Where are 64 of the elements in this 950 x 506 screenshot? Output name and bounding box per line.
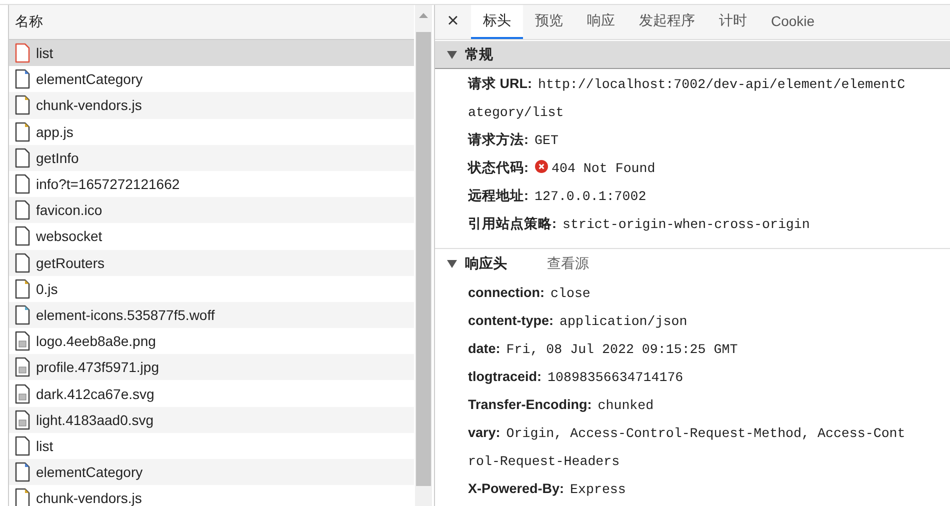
request-row[interactable]: dark.412ca67e.svg	[9, 380, 414, 407]
request-name: profile.473f5971.jpg	[36, 359, 159, 376]
request-name: getRouters	[36, 254, 104, 271]
tab[interactable]: 发起程序	[627, 5, 707, 39]
scroll-up-icon[interactable]	[419, 13, 428, 18]
request-name: getInfo	[36, 150, 79, 166]
request-row[interactable]: element-icons.535877f5.woff	[9, 302, 414, 328]
header-entry: Transfer-Encoding: chunked	[467, 396, 655, 416]
header-entry: tlogtraceid: 10898356634714176	[467, 368, 684, 388]
request-name: element-icons.535877f5.woff	[36, 306, 215, 323]
request-row[interactable]: elementCategory	[9, 459, 414, 486]
request-row[interactable]: list	[9, 40, 414, 66]
request-row[interactable]: 0.js	[9, 276, 414, 302]
section-header[interactable]: 响应头 查看源	[435, 248, 950, 278]
header-entry: 远程地址: 127.0.0.1:7002	[467, 187, 648, 206]
header-entry: 请求方法: GET	[466, 131, 560, 150]
request-row[interactable]: favicon.ico	[9, 197, 414, 224]
request-row[interactable]: info?t=1657272121662	[9, 170, 414, 198]
request-row[interactable]: logo.4eeb8a8e.png	[9, 328, 414, 354]
header-entry: content-type: application/json	[467, 312, 688, 332]
request-name: list	[36, 438, 54, 454]
request-row[interactable]: list	[9, 432, 414, 459]
tab[interactable]: 计时	[707, 5, 759, 39]
close-button[interactable]: ×	[435, 5, 471, 39]
header-entry: 引用站点策略: strict-origin-when-cross-origin	[467, 215, 811, 234]
request-name: logo.4eeb8a8e.png	[36, 333, 156, 350]
tab[interactable]: 标头	[471, 5, 523, 39]
request-name: websocket	[36, 228, 102, 244]
request-row[interactable]: chunk-vendors.js	[9, 92, 414, 119]
request-row[interactable]: getInfo	[9, 144, 414, 171]
view-source-link[interactable]: 查看源	[547, 254, 589, 273]
request-name: list	[36, 45, 54, 62]
tab[interactable]: 预览	[523, 5, 575, 39]
header-entry: 请求 URL: http://localhost:7002/dev-api/element/elementCategory/list	[466, 75, 906, 122]
tab[interactable]: 响应	[575, 5, 627, 39]
request-row[interactable]: elementCategory	[9, 66, 414, 92]
header-value: 404 Not Found	[552, 161, 656, 176]
request-name: chunk-vendors.js	[36, 97, 142, 114]
header-entry: X-Powered-By: Express	[467, 480, 627, 500]
request-name: dark.412ca67e.svg	[36, 386, 154, 402]
request-name: light.4183aad0.svg	[36, 412, 154, 428]
request-row[interactable]: light.4183aad0.svg	[9, 406, 414, 433]
header-entry: vary: Origin, Access-Control-Request-Method, Access-Control-Request-Headers	[467, 424, 906, 472]
request-name: elementCategory	[36, 71, 143, 88]
section-title: 常规	[465, 46, 493, 64]
section-header[interactable]: 常规	[435, 40, 950, 70]
header-name: 状态代码:	[468, 160, 528, 176]
column-header[interactable]: 名称	[15, 13, 43, 31]
header-entry: date: Fri, 08 Jul 2022 09:15:25 GMT	[467, 340, 739, 360]
request-name: favicon.ico	[36, 202, 102, 218]
header-entry: connection: close	[467, 284, 592, 304]
scrollbar[interactable]	[415, 5, 432, 506]
request-row[interactable]: websocket	[9, 223, 414, 250]
request-name: elementCategory	[36, 464, 143, 480]
request-name: chunk-vendors.js	[36, 490, 142, 506]
request-row[interactable]: chunk-vendors.js	[9, 485, 414, 506]
request-row[interactable]: app.js	[9, 118, 414, 145]
tab[interactable]: Cookie	[759, 5, 827, 39]
request-name: app.js	[36, 124, 74, 140]
request-row[interactable]: profile.473f5971.jpg	[9, 354, 414, 380]
request-name: 0.js	[36, 280, 58, 297]
section-title: 响应头	[465, 254, 507, 273]
request-row[interactable]: getRouters	[9, 250, 414, 276]
request-name: info?t=1657272121662	[36, 176, 180, 192]
